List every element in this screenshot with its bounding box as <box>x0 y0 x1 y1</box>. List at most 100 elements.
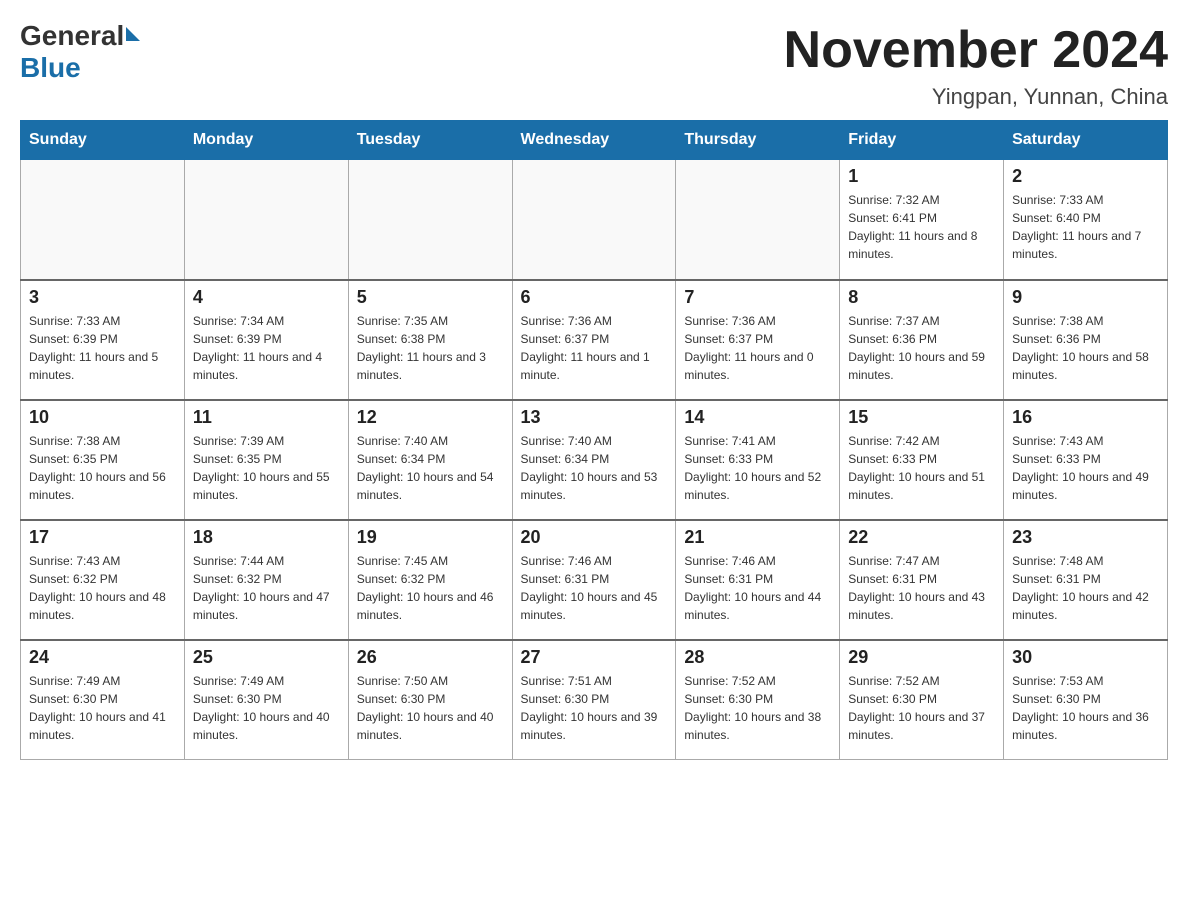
day-info: Sunrise: 7:37 AMSunset: 6:36 PMDaylight:… <box>848 312 995 384</box>
day-info: Sunrise: 7:36 AMSunset: 6:37 PMDaylight:… <box>521 312 668 384</box>
table-row: 7 Sunrise: 7:36 AMSunset: 6:37 PMDaylight… <box>676 280 840 400</box>
day-number: 9 <box>1012 287 1159 308</box>
table-row: 19 Sunrise: 7:45 AMSunset: 6:32 PMDayligh… <box>348 520 512 640</box>
table-row: 28 Sunrise: 7:52 AMSunset: 6:30 PMDayligh… <box>676 640 840 760</box>
table-row: 25 Sunrise: 7:49 AMSunset: 6:30 PMDayligh… <box>184 640 348 760</box>
calendar-week-1: 1 Sunrise: 7:32 AMSunset: 6:41 PMDaylight… <box>21 160 1168 280</box>
header-sunday: Sunday <box>21 121 185 160</box>
table-row: 22 Sunrise: 7:47 AMSunset: 6:31 PMDayligh… <box>840 520 1004 640</box>
table-row: 3 Sunrise: 7:33 AMSunset: 6:39 PMDaylight… <box>21 280 185 400</box>
day-info: Sunrise: 7:34 AMSunset: 6:39 PMDaylight:… <box>193 312 340 384</box>
day-info: Sunrise: 7:49 AMSunset: 6:30 PMDaylight:… <box>193 672 340 744</box>
table-row: 6Sunrise: 7:36 AMSunset: 6:37 PMDaylight… <box>512 280 676 400</box>
day-info: Sunrise: 7:32 AMSunset: 6:41 PMDaylight:… <box>848 191 995 263</box>
day-number: 26 <box>357 647 504 668</box>
day-number: 1 <box>848 166 995 187</box>
table-row: 2 Sunrise: 7:33 AMSunset: 6:40 PMDaylight… <box>1004 160 1168 280</box>
day-number: 28 <box>684 647 831 668</box>
day-info: Sunrise: 7:45 AMSunset: 6:32 PMDaylight:… <box>357 552 504 624</box>
day-info: Sunrise: 7:51 AMSunset: 6:30 PMDaylight:… <box>521 672 668 744</box>
day-number: 12 <box>357 407 504 428</box>
table-row: 12 Sunrise: 7:40 AMSunset: 6:34 PMDayligh… <box>348 400 512 520</box>
day-info: Sunrise: 7:40 AMSunset: 6:34 PMDaylight:… <box>357 432 504 504</box>
table-row: 17 Sunrise: 7:43 AMSunset: 6:32 PMDayligh… <box>21 520 185 640</box>
calendar-week-4: 17 Sunrise: 7:43 AMSunset: 6:32 PMDayligh… <box>21 520 1168 640</box>
table-row <box>21 160 185 280</box>
day-info: Sunrise: 7:36 AMSunset: 6:37 PMDaylight:… <box>684 312 831 384</box>
table-row: 9 Sunrise: 7:38 AMSunset: 6:36 PMDaylight… <box>1004 280 1168 400</box>
day-info: Sunrise: 7:48 AMSunset: 6:31 PMDaylight:… <box>1012 552 1159 624</box>
day-number: 18 <box>193 527 340 548</box>
day-number: 19 <box>357 527 504 548</box>
day-number: 30 <box>1012 647 1159 668</box>
calendar-title: November 2024 <box>784 20 1168 80</box>
day-number: 11 <box>193 407 340 428</box>
day-info: Sunrise: 7:46 AMSunset: 6:31 PMDaylight:… <box>521 552 668 624</box>
calendar-table: SundayMondayTuesdayWednesdayThursdayFrid… <box>20 120 1168 760</box>
page-header: General Blue November 2024 Yingpan, Yunn… <box>20 20 1168 110</box>
table-row: 5Sunrise: 7:35 AMSunset: 6:38 PMDaylight… <box>348 280 512 400</box>
day-number: 16 <box>1012 407 1159 428</box>
logo-blue-text: Blue <box>20 52 81 84</box>
title-section: November 2024 Yingpan, Yunnan, China <box>784 20 1168 110</box>
header-friday: Friday <box>840 121 1004 160</box>
day-number: 24 <box>29 647 176 668</box>
logo-blue-part <box>124 31 140 41</box>
table-row: 4 Sunrise: 7:34 AMSunset: 6:39 PMDaylight… <box>184 280 348 400</box>
header-tuesday: Tuesday <box>348 121 512 160</box>
day-number: 23 <box>1012 527 1159 548</box>
table-row: 18Sunrise: 7:44 AMSunset: 6:32 PMDayligh… <box>184 520 348 640</box>
table-row <box>512 160 676 280</box>
day-info: Sunrise: 7:38 AMSunset: 6:35 PMDaylight:… <box>29 432 176 504</box>
day-info: Sunrise: 7:40 AMSunset: 6:34 PMDaylight:… <box>521 432 668 504</box>
table-row: 8 Sunrise: 7:37 AMSunset: 6:36 PMDaylight… <box>840 280 1004 400</box>
table-row: 26 Sunrise: 7:50 AMSunset: 6:30 PMDayligh… <box>348 640 512 760</box>
day-info: Sunrise: 7:35 AMSunset: 6:38 PMDaylight:… <box>357 312 504 384</box>
day-number: 8 <box>848 287 995 308</box>
day-number: 7 <box>684 287 831 308</box>
table-row: 29Sunrise: 7:52 AMSunset: 6:30 PMDayligh… <box>840 640 1004 760</box>
calendar-header-row: SundayMondayTuesdayWednesdayThursdayFrid… <box>21 121 1168 160</box>
day-info: Sunrise: 7:50 AMSunset: 6:30 PMDaylight:… <box>357 672 504 744</box>
table-row <box>676 160 840 280</box>
table-row: 11 Sunrise: 7:39 AMSunset: 6:35 PMDayligh… <box>184 400 348 520</box>
day-number: 22 <box>848 527 995 548</box>
table-row: 13Sunrise: 7:40 AMSunset: 6:34 PMDayligh… <box>512 400 676 520</box>
table-row <box>184 160 348 280</box>
day-number: 25 <box>193 647 340 668</box>
calendar-week-3: 10 Sunrise: 7:38 AMSunset: 6:35 PMDayligh… <box>21 400 1168 520</box>
table-row: 30Sunrise: 7:53 AMSunset: 6:30 PMDayligh… <box>1004 640 1168 760</box>
table-row: 15Sunrise: 7:42 AMSunset: 6:33 PMDayligh… <box>840 400 1004 520</box>
table-row: 16 Sunrise: 7:43 AMSunset: 6:33 PMDayligh… <box>1004 400 1168 520</box>
header-wednesday: Wednesday <box>512 121 676 160</box>
table-row: 10 Sunrise: 7:38 AMSunset: 6:35 PMDayligh… <box>21 400 185 520</box>
day-number: 2 <box>1012 166 1159 187</box>
day-info: Sunrise: 7:46 AMSunset: 6:31 PMDaylight:… <box>684 552 831 624</box>
table-row: 1 Sunrise: 7:32 AMSunset: 6:41 PMDaylight… <box>840 160 1004 280</box>
calendar-week-5: 24 Sunrise: 7:49 AMSunset: 6:30 PMDayligh… <box>21 640 1168 760</box>
table-row: 24 Sunrise: 7:49 AMSunset: 6:30 PMDayligh… <box>21 640 185 760</box>
day-info: Sunrise: 7:52 AMSunset: 6:30 PMDaylight:… <box>684 672 831 744</box>
header-saturday: Saturday <box>1004 121 1168 160</box>
day-number: 3 <box>29 287 176 308</box>
day-info: Sunrise: 7:41 AMSunset: 6:33 PMDaylight:… <box>684 432 831 504</box>
day-number: 10 <box>29 407 176 428</box>
day-info: Sunrise: 7:43 AMSunset: 6:33 PMDaylight:… <box>1012 432 1159 504</box>
table-row: 23 Sunrise: 7:48 AMSunset: 6:31 PMDayligh… <box>1004 520 1168 640</box>
day-info: Sunrise: 7:49 AMSunset: 6:30 PMDaylight:… <box>29 672 176 744</box>
day-info: Sunrise: 7:47 AMSunset: 6:31 PMDaylight:… <box>848 552 995 624</box>
day-number: 4 <box>193 287 340 308</box>
day-info: Sunrise: 7:33 AMSunset: 6:39 PMDaylight:… <box>29 312 176 384</box>
day-number: 17 <box>29 527 176 548</box>
calendar-week-2: 3 Sunrise: 7:33 AMSunset: 6:39 PMDaylight… <box>21 280 1168 400</box>
day-number: 14 <box>684 407 831 428</box>
day-info: Sunrise: 7:33 AMSunset: 6:40 PMDaylight:… <box>1012 191 1159 263</box>
header-monday: Monday <box>184 121 348 160</box>
table-row: 20Sunrise: 7:46 AMSunset: 6:31 PMDayligh… <box>512 520 676 640</box>
table-row: 14 Sunrise: 7:41 AMSunset: 6:33 PMDayligh… <box>676 400 840 520</box>
day-info: Sunrise: 7:38 AMSunset: 6:36 PMDaylight:… <box>1012 312 1159 384</box>
day-number: 29 <box>848 647 995 668</box>
day-info: Sunrise: 7:39 AMSunset: 6:35 PMDaylight:… <box>193 432 340 504</box>
day-info: Sunrise: 7:42 AMSunset: 6:33 PMDaylight:… <box>848 432 995 504</box>
day-info: Sunrise: 7:43 AMSunset: 6:32 PMDaylight:… <box>29 552 176 624</box>
